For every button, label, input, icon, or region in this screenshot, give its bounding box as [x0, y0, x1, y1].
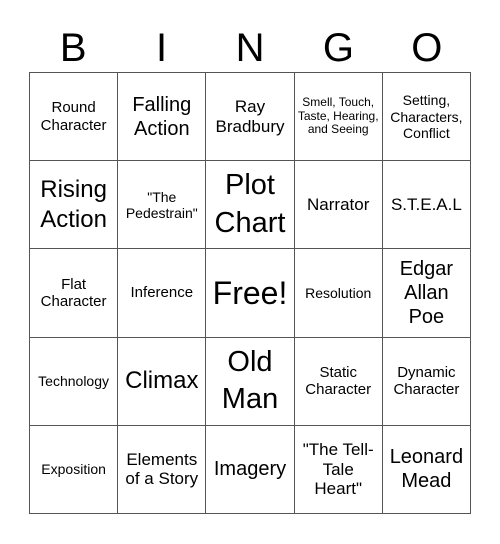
header-letter-n: N — [235, 26, 265, 70]
bingo-cell[interactable]: Exposition — [30, 425, 119, 514]
bingo-header: B I N G O — [29, 24, 471, 72]
bingo-cell[interactable]: Plot Chart — [206, 161, 295, 250]
bingo-cell[interactable]: Resolution — [294, 249, 383, 338]
bingo-cell[interactable]: Old Man — [206, 337, 295, 426]
bingo-cell[interactable]: Elements of a Story — [118, 425, 207, 514]
bingo-cell[interactable]: Flat Character — [30, 249, 119, 338]
bingo-cell[interactable]: Setting, Characters, Conflict — [382, 73, 471, 162]
free-space-cell[interactable]: Free! — [206, 249, 295, 338]
bingo-cell[interactable]: "The Pedestrain" — [118, 161, 207, 250]
bingo-cell[interactable]: Edgar Allan Poe — [382, 249, 471, 338]
bingo-cell[interactable]: Rising Action — [30, 161, 119, 250]
bingo-cell[interactable]: Imagery — [206, 425, 295, 514]
bingo-cell[interactable]: Leonard Mead — [382, 425, 471, 514]
bingo-cell[interactable]: S.T.E.A.L — [382, 161, 471, 250]
bingo-cell[interactable]: Dynamic Character — [382, 337, 471, 426]
bingo-cell[interactable]: Technology — [30, 337, 119, 426]
bingo-cell[interactable]: Inference — [118, 249, 207, 338]
header-letter-o: O — [411, 26, 443, 70]
bingo-cell[interactable]: Falling Action — [118, 73, 207, 162]
header-letter-g: G — [322, 26, 354, 70]
bingo-cell[interactable]: Ray Bradbury — [206, 73, 295, 162]
bingo-cell[interactable]: Narrator — [294, 161, 383, 250]
bingo-cell[interactable]: Static Character — [294, 337, 383, 426]
header-letter-b: B — [59, 26, 87, 70]
bingo-cell[interactable]: Smell, Touch, Taste, Hearing, and Seeing — [294, 73, 383, 162]
bingo-cell[interactable]: Climax — [118, 337, 207, 426]
header-letter-i: I — [156, 26, 168, 70]
bingo-cell[interactable]: Round Character — [30, 73, 119, 162]
bingo-cell[interactable]: "The Tell-Tale Heart" — [294, 425, 383, 514]
bingo-grid: Round Character Falling Action Ray Bradb… — [29, 72, 471, 514]
